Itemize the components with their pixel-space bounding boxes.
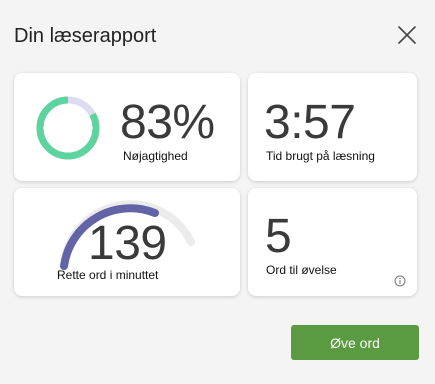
- practice-label: Ord til øvelse: [266, 263, 337, 277]
- close-icon: [398, 26, 416, 44]
- close-button[interactable]: [394, 22, 420, 48]
- accuracy-label: Nøjagtighed: [123, 149, 188, 163]
- time-value: 3:57: [264, 96, 356, 149]
- practice-value: 5: [265, 210, 292, 263]
- practice-card: 5 Ord til øvelse: [248, 188, 417, 296]
- page-title: Din læserapport: [14, 25, 157, 47]
- wcpm-label: Rette ord i minuttet: [57, 268, 159, 282]
- info-icon[interactable]: [394, 275, 406, 287]
- wcpm-card: 139 Rette ord i minuttet: [14, 188, 240, 296]
- practice-words-button[interactable]: Øve ord: [291, 325, 419, 360]
- accuracy-card: 83% Nøjagtighed: [14, 73, 240, 181]
- wcpm-value: 139: [88, 217, 167, 270]
- accuracy-value: 83%: [120, 96, 215, 149]
- accuracy-ring: [36, 96, 100, 160]
- time-label: Tid brugt på læsning: [266, 149, 375, 163]
- time-card: 3:57 Tid brugt på læsning: [248, 73, 417, 181]
